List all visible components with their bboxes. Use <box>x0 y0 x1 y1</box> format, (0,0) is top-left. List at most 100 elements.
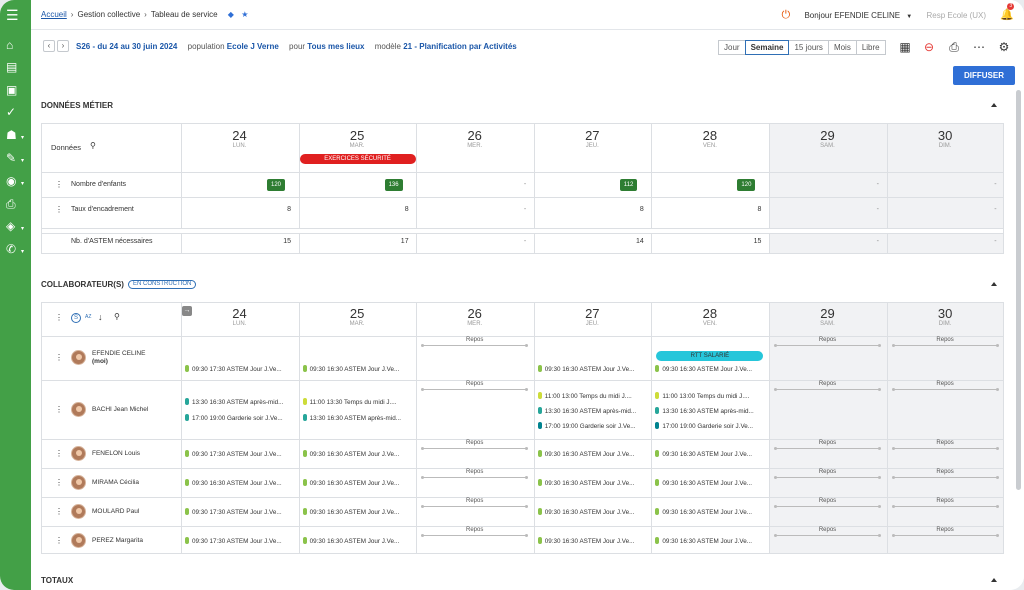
breadcrumb-accueil[interactable]: Accueil <box>41 10 67 19</box>
shift-item[interactable]: 13:30 16:30 ASTEM après-mid... <box>302 413 401 422</box>
gear-icon[interactable]: ⚙ <box>997 40 1011 54</box>
shift-item[interactable]: 11:00 13:00 Temps du midi J.... <box>537 392 632 400</box>
shift-item[interactable]: 09:30 16:30 ASTEM Jour J.Ve... <box>302 449 399 458</box>
event-chip[interactable]: EXERCICES SÉCURITÉ <box>299 154 416 164</box>
greeting[interactable]: Bonjour EFENDIE CELINE <box>804 11 900 20</box>
kebab-icon[interactable]: ⋮ <box>55 180 63 189</box>
team-icon[interactable]: ☗ ▾ <box>6 127 26 143</box>
pour-value[interactable]: Tous mes lieux <box>307 42 364 51</box>
shift-item[interactable]: 13:30 16:30 ASTEM après-mid... <box>655 407 754 415</box>
shift-item[interactable]: 13:30 16:30 ASTEM après-mid... <box>537 407 636 415</box>
gallery-icon[interactable]: ▣ <box>6 82 26 98</box>
calendar-icon[interactable]: ▦ <box>898 40 912 54</box>
shift-item[interactable]: 09:30 16:30 ASTEM Jour J.Ve... <box>302 365 399 373</box>
shift-item[interactable]: 09:30 16:30 ASTEM Jour J.Ve... <box>655 536 752 545</box>
shift-item[interactable]: 09:30 16:30 ASTEM Jour J.Ve... <box>655 449 752 458</box>
modele-value[interactable]: 21 - Planification par Activités <box>403 42 517 51</box>
shift-item[interactable]: 17:00 19:00 Garderie soir J.Ve... <box>537 422 635 430</box>
shift-item[interactable]: 09:30 16:30 ASTEM Jour J.Ve... <box>537 365 634 373</box>
day-name: VEN. <box>702 321 717 327</box>
sort-s-icon[interactable]: S <box>71 313 81 323</box>
view-libre-button[interactable]: Libre <box>855 40 886 55</box>
shift-item[interactable]: 09:30 17:30 ASTEM Jour J.Ve... <box>185 536 282 545</box>
next-week-button[interactable]: › <box>57 40 69 52</box>
power-icon[interactable]: ⏻ <box>782 9 791 21</box>
collapse-totaux-icon[interactable] <box>991 578 997 582</box>
population-value[interactable]: Ecole J Verne <box>227 42 279 51</box>
home-icon[interactable]: ⌂ <box>6 37 26 53</box>
menu-icon[interactable]: ☰ <box>6 7 26 23</box>
shift-item[interactable]: 13:30 16:30 ASTEM après-mid... <box>185 397 283 406</box>
user-shield-icon[interactable]: ◈ ▾ <box>6 218 26 234</box>
shift-item[interactable]: 11:00 13:00 Temps du midi J.... <box>655 392 749 400</box>
view-15-jours-button[interactable]: 15 jours <box>788 40 829 55</box>
role-label[interactable]: Resp Ecole (UX) <box>926 11 986 20</box>
view-semaine-button[interactable]: Semaine <box>744 40 790 55</box>
collapse-metier-icon[interactable] <box>991 103 997 107</box>
collapse-collab-icon[interactable] <box>991 282 997 286</box>
print-icon[interactable]: ⎙ <box>947 40 961 54</box>
shift-item[interactable]: 09:30 16:30 ASTEM Jour J.Ve... <box>185 478 282 487</box>
search-icon[interactable]: ⚲ <box>114 312 120 321</box>
shift-item[interactable]: 11:00 13:30 Temps du midi J.... <box>302 397 397 406</box>
sort-down-icon[interactable]: ↓ <box>98 312 103 322</box>
kebab-icon[interactable]: ⋮ <box>55 507 63 516</box>
shift-item[interactable]: 09:30 16:30 ASTEM Jour J.Ve... <box>655 365 752 373</box>
user-area: ⏻ Bonjour EFENDIE CELINE ▼ Resp Ecole (U… <box>782 0 1015 32</box>
kebab-icon[interactable]: ⋮ <box>55 478 63 487</box>
employee-name[interactable]: EFENDIE CELINE <box>92 350 145 358</box>
kebab-icon[interactable]: ⋮ <box>55 354 63 362</box>
shift-item[interactable]: 09:30 17:30 ASTEM Jour J.Ve... <box>185 507 282 516</box>
diamond-icon[interactable]: ◆ <box>228 10 234 19</box>
employee-name[interactable]: MIRAMA Cécilia <box>92 479 139 487</box>
employee-name[interactable]: MOULARD Paul <box>92 508 139 516</box>
shift-item[interactable]: 09:30 16:30 ASTEM Jour J.Ve... <box>537 449 634 458</box>
view-jour-button[interactable]: Jour <box>718 40 746 55</box>
employee-name[interactable]: BACHI Jean Michel <box>92 406 148 414</box>
metier-day-header: 25 MAR. <box>299 128 416 150</box>
diffuser-button[interactable]: DIFFUSER <box>953 66 1015 85</box>
shift-item[interactable]: 09:30 16:30 ASTEM Jour J.Ve... <box>302 507 399 516</box>
shift-label: 09:30 16:30 ASTEM Jour J.Ve... <box>662 508 752 516</box>
shift-item[interactable]: 09:30 16:30 ASTEM Jour J.Ve... <box>537 536 634 545</box>
shift-item[interactable]: 09:30 16:30 ASTEM Jour J.Ve... <box>537 507 634 516</box>
stop-icon[interactable]: ⊖ <box>922 40 936 54</box>
sort-az-icon[interactable]: AZ <box>85 314 91 320</box>
expand-icon[interactable]: → <box>182 306 192 316</box>
week-range[interactable]: S26 - du 24 au 30 juin 2024 <box>76 42 177 51</box>
kebab-icon[interactable]: ⋮ <box>55 536 63 545</box>
shift-item[interactable]: 17:00 19:00 Garderie soir J.Ve... <box>655 422 753 430</box>
print-icon[interactable]: ⎙ <box>6 196 26 212</box>
prev-week-button[interactable]: ‹ <box>43 40 55 52</box>
chevron-down-icon[interactable]: ▼ <box>906 14 912 20</box>
wrench-icon[interactable]: ✆ ▾ <box>6 241 26 257</box>
shift-item[interactable]: 09:30 17:30 ASTEM Jour J.Ve... <box>185 365 282 373</box>
star-icon[interactable]: ★ <box>241 10 248 19</box>
kebab-icon[interactable]: ⋮ <box>55 405 63 414</box>
employee-name[interactable]: PEREZ Margarita <box>92 537 143 545</box>
shift-item[interactable]: 09:30 17:30 ASTEM Jour J.Ve... <box>185 449 282 458</box>
check-icon[interactable]: ✓ <box>6 104 26 120</box>
contacts-icon[interactable]: ▤ <box>6 59 26 75</box>
kebab-icon[interactable]: ⋮ <box>55 314 63 322</box>
shift-color-marker <box>655 536 660 544</box>
breadcrumb-gestion[interactable]: Gestion collective <box>77 10 140 19</box>
kebab-icon[interactable]: ⋮ <box>55 449 63 458</box>
shift-item[interactable]: 09:30 16:30 ASTEM Jour J.Ve... <box>655 507 752 516</box>
scrollbar[interactable] <box>1016 90 1021 490</box>
shift-item[interactable]: 09:30 16:30 ASTEM Jour J.Ve... <box>655 478 752 487</box>
employee-name[interactable]: FENELON Louis <box>92 450 140 458</box>
more-icon[interactable]: ⋯ <box>972 40 986 54</box>
kebab-icon[interactable]: ⋮ <box>55 205 63 214</box>
search-icon[interactable]: ⚲ <box>90 141 96 150</box>
shift-item[interactable]: 17:00 19:00 Garderie soir J.Ve... <box>185 413 283 422</box>
shift-item[interactable]: 09:30 16:30 ASTEM Jour J.Ve... <box>537 478 634 487</box>
person-edit-icon[interactable]: ✎ ▾ <box>6 150 26 166</box>
shift-item[interactable]: 09:30 16:30 ASTEM Jour J.Ve... <box>302 478 399 487</box>
view-mois-button[interactable]: Mois <box>827 40 857 55</box>
shift-item[interactable]: 09:30 16:30 ASTEM Jour J.Ve... <box>302 536 399 545</box>
column-divider <box>769 303 770 553</box>
eye-icon[interactable]: ◉ ▾ <box>6 173 26 189</box>
bell-icon[interactable]: 🔔 3 <box>1000 3 1015 21</box>
rtt-chip[interactable]: RTT SALARIÉ <box>656 351 764 361</box>
